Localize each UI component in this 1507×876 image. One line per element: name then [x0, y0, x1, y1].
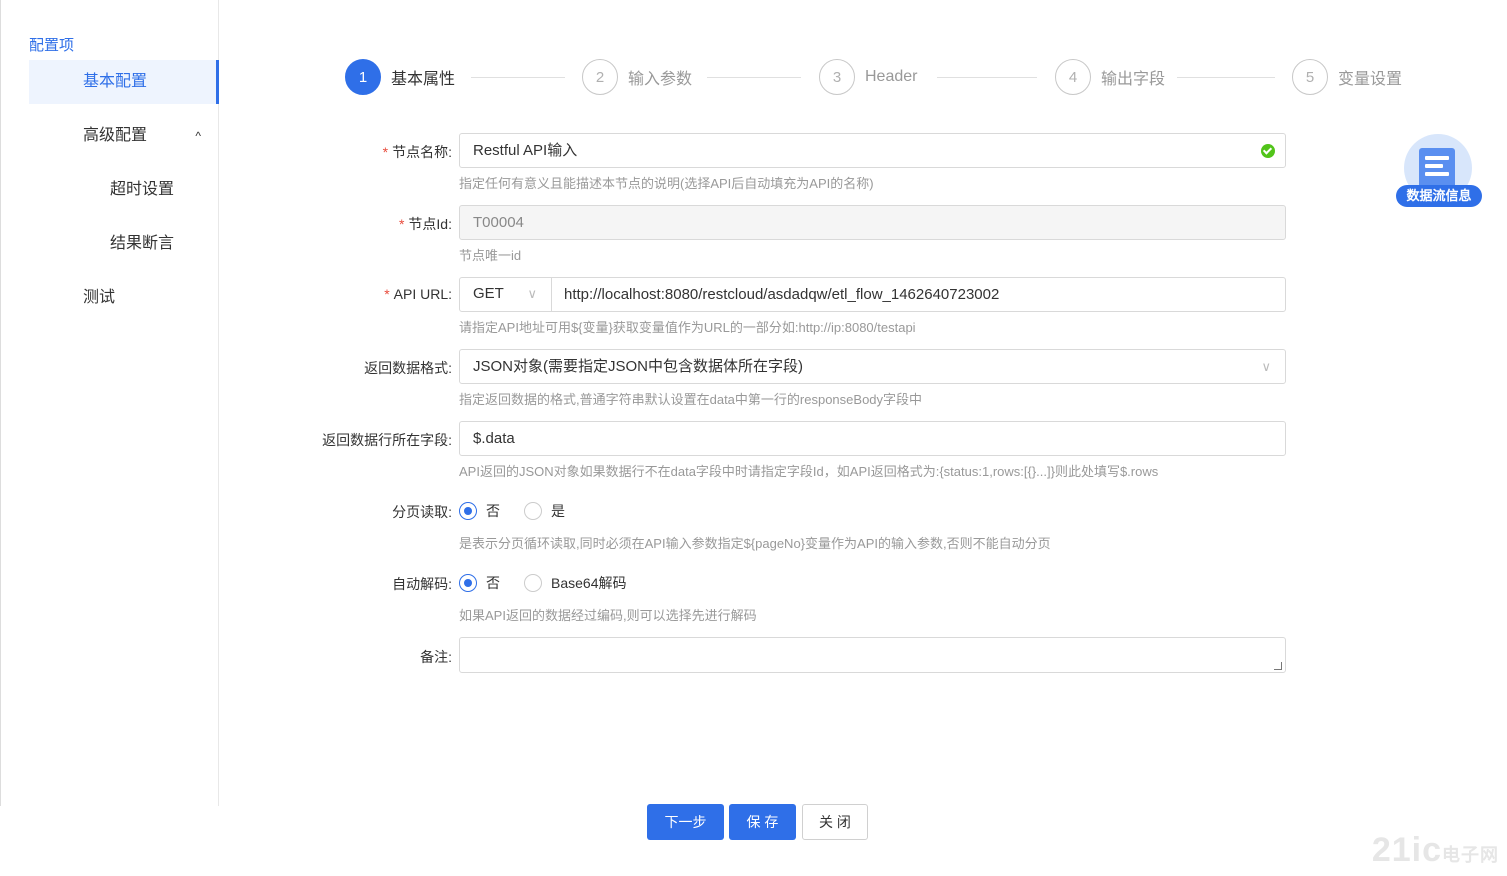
node-name-help: 指定任何有意义且能描述本节点的说明(选择API后自动填充为API的名称) — [459, 176, 874, 191]
sidebar-item-label: 基本配置 — [83, 73, 148, 90]
paging-radio-yes[interactable] — [524, 502, 542, 520]
node-id-value: T00004 — [473, 214, 524, 231]
decode-label: 自动解码: — [392, 576, 452, 592]
next-step-button[interactable]: 下一步 — [647, 804, 724, 840]
step-label: 输出字段 — [1101, 71, 1166, 88]
paging-help: 是表示分页循环读取,同时必须在API输入参数指定${pageNo}变量作为API… — [459, 536, 1051, 551]
decode-radio-no[interactable] — [459, 574, 477, 592]
api-url-input[interactable]: http://localhost:8080/restcloud/asdadqw/… — [564, 278, 999, 311]
decode-help: 如果API返回的数据经过编码,则可以选择先进行解码 — [459, 608, 757, 623]
step-variable-settings[interactable]: 5 变量设置 — [1292, 59, 1402, 95]
watermark-logo: 21ic电子网 — [1371, 831, 1499, 869]
step-header[interactable]: 3 Header — [819, 59, 917, 95]
step-number: 4 — [1055, 59, 1091, 95]
step-divider — [937, 77, 1037, 78]
resize-handle-icon[interactable] — [1274, 662, 1282, 670]
paging-label: 分页读取: — [392, 504, 452, 520]
sidebar-title: 配置项 — [29, 37, 75, 54]
step-label: 基本属性 — [391, 71, 456, 88]
sidebar-item-label: 高级配置 — [83, 127, 148, 144]
paging-radio-no[interactable] — [459, 502, 477, 520]
return-format-help: 指定返回数据的格式,普通字符串默认设置在data中第一行的responseBod… — [459, 392, 923, 407]
node-name-value: Restful API输入 — [473, 142, 578, 159]
return-format-value: JSON对象(需要指定JSON中包含数据体所在字段) — [473, 358, 804, 375]
api-url-group: GET ∨ http://localhost:8080/restcloud/as… — [459, 277, 1286, 312]
row-field-label: 返回数据行所在字段: — [322, 432, 452, 448]
close-button[interactable]: 关 闭 — [802, 804, 868, 840]
sidebar-item-advanced-config[interactable]: 高级配置 ^ — [29, 114, 219, 158]
row-field-value: $.data — [473, 430, 515, 447]
node-id-input: T00004 — [459, 205, 1286, 240]
remark-textarea[interactable] — [459, 637, 1286, 673]
paging-radio-group: 否 是 — [459, 501, 589, 521]
api-url-help: 请指定API地址可用${变量}获取变量值作为URL的一部分如:http://ip… — [459, 320, 916, 335]
step-input-params[interactable]: 2 输入参数 — [582, 59, 692, 95]
step-number: 3 — [819, 59, 855, 95]
node-id-label: * 节点Id: — [398, 216, 452, 232]
step-number: 5 — [1292, 59, 1328, 95]
check-circle-icon — [1261, 144, 1275, 158]
node-id-help: 节点唯一id — [459, 248, 522, 263]
step-number: 2 — [582, 59, 618, 95]
document-icon — [1419, 148, 1455, 188]
decode-radio-group: 否 Base64解码 — [459, 573, 650, 593]
decode-radio-base64[interactable] — [524, 574, 542, 592]
radio-label: 否 — [486, 575, 500, 591]
radio-label: Base64解码 — [551, 575, 627, 591]
radio-label: 否 — [486, 503, 500, 519]
page: 配置项 基本配置 高级配置 ^ 超时设置 结果断言 测试 1 基本属性 2 输入… — [0, 0, 1507, 876]
api-url-label: * API URL: — [384, 286, 452, 302]
step-output-fields[interactable]: 4 输出字段 — [1055, 59, 1165, 95]
step-basic-properties[interactable]: 1 基本属性 — [345, 59, 455, 95]
radio-label: 是 — [551, 503, 565, 519]
sidebar-item-label: 测试 — [83, 289, 116, 306]
dataflow-info-button[interactable]: 数据流信息 — [1396, 134, 1482, 210]
step-divider — [1177, 77, 1275, 78]
step-label: Header — [865, 68, 918, 85]
sidebar: 配置项 基本配置 高级配置 ^ 超时设置 结果断言 测试 — [0, 0, 219, 806]
step-label: 输入参数 — [628, 71, 693, 88]
step-label: 变量设置 — [1338, 71, 1403, 88]
chevron-down-icon: ∨ — [1261, 359, 1271, 374]
return-format-label: 返回数据格式: — [364, 360, 452, 376]
node-name-label: * 节点名称: — [382, 144, 452, 160]
save-button[interactable]: 保 存 — [729, 804, 796, 840]
http-method-select[interactable]: GET ∨ — [460, 277, 552, 312]
http-method-value: GET — [473, 285, 504, 302]
sidebar-item-test[interactable]: 测试 — [29, 276, 219, 320]
chevron-up-icon: ^ — [195, 129, 201, 143]
row-field-help: API返回的JSON对象如果数据行不在data字段中时请指定字段Id，如API返… — [459, 464, 1159, 479]
dataflow-info-label: 数据流信息 — [1396, 185, 1482, 207]
node-name-input[interactable]: Restful API输入 — [459, 133, 1286, 168]
row-field-input[interactable]: $.data — [459, 421, 1286, 456]
return-format-select[interactable]: JSON对象(需要指定JSON中包含数据体所在字段) ∨ — [459, 349, 1286, 384]
chevron-down-icon: ∨ — [527, 286, 537, 301]
step-divider — [707, 77, 801, 78]
sidebar-item-label: 结果断言 — [110, 235, 175, 252]
step-progress: 1 基本属性 2 输入参数 3 Header 4 输出字段 5 变量设置 — [345, 59, 1415, 95]
step-number: 1 — [345, 59, 381, 95]
remark-label: 备注: — [420, 649, 452, 665]
sidebar-item-result-assertion[interactable]: 结果断言 — [29, 222, 219, 266]
sidebar-item-basic-config[interactable]: 基本配置 — [29, 60, 219, 104]
sidebar-item-timeout-settings[interactable]: 超时设置 — [29, 168, 219, 212]
step-divider — [471, 77, 565, 78]
sidebar-item-label: 超时设置 — [110, 181, 175, 198]
